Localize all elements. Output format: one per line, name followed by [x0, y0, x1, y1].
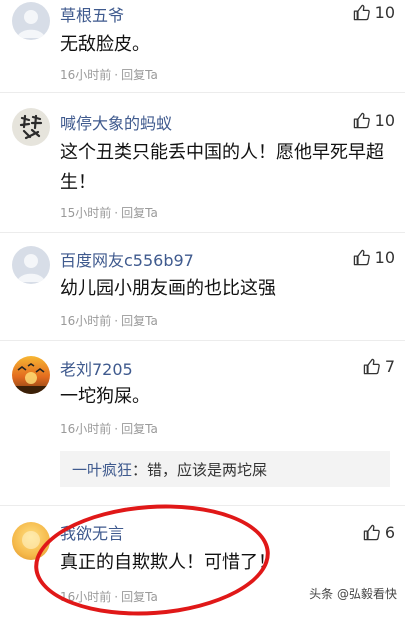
sub-reply[interactable]: 一叶疯狂：错，应该是两坨屎 — [60, 451, 390, 487]
like-button[interactable]: 7 — [363, 357, 395, 376]
avatar[interactable] — [12, 356, 50, 394]
like-count: 10 — [374, 3, 395, 22]
thumbs-up-icon — [363, 524, 380, 541]
divider — [0, 232, 405, 233]
reply-link[interactable]: 回复Ta — [121, 68, 158, 82]
comment-text: 这个丑类只能丢中国的人！愿他早死早超生！ — [60, 142, 384, 193]
thumbs-up-icon — [353, 112, 370, 129]
like-count: 7 — [384, 357, 395, 376]
thumbs-up-icon — [353, 249, 370, 266]
comment-text: 无敌脸皮。 — [60, 34, 150, 55]
timestamp: 16小时前 — [60, 68, 112, 82]
username[interactable]: 百度网友c556b97 — [60, 247, 194, 271]
comment-meta: 15小时前 · 回复Ta — [60, 206, 158, 220]
username[interactable]: 草根五爷 — [60, 2, 124, 26]
comment-meta: 16小时前 · 回复Ta — [60, 422, 158, 436]
like-count: 10 — [374, 111, 395, 130]
timestamp: 15小时前 — [60, 206, 112, 220]
timestamp: 16小时前 — [60, 314, 112, 328]
watermark: 头条 @弘毅看快 — [309, 587, 397, 601]
avatar[interactable] — [12, 108, 50, 146]
calligraphy-avatar-icon — [19, 114, 43, 140]
reply-link[interactable]: 回复Ta — [121, 422, 158, 436]
comment-text: 幼儿园小朋友画的也比这强 — [60, 278, 276, 299]
username[interactable]: 老刘7205 — [60, 356, 133, 380]
comment-text: 一坨狗屎。 — [60, 386, 150, 407]
comment-meta: 16小时前 · 回复Ta — [60, 68, 158, 82]
like-button[interactable]: 10 — [353, 111, 395, 130]
avatar[interactable] — [12, 246, 50, 284]
like-button[interactable]: 10 — [353, 248, 395, 267]
comment-meta: 16小时前 · 回复Ta — [60, 314, 158, 328]
like-button[interactable]: 10 — [353, 3, 395, 22]
divider — [0, 92, 405, 93]
timestamp: 16小时前 — [60, 422, 112, 436]
reply-link[interactable]: 回复Ta — [121, 314, 158, 328]
divider — [0, 505, 405, 506]
sub-reply-text: ：错，应该是两坨屎 — [132, 461, 268, 479]
default-user-icon — [17, 10, 45, 38]
sunset-birds-icon — [12, 363, 50, 394]
thumbs-up-icon — [353, 4, 370, 21]
avatar[interactable] — [12, 2, 50, 40]
like-count: 10 — [374, 248, 395, 267]
thumbs-up-icon — [363, 358, 380, 375]
like-count: 6 — [384, 523, 395, 542]
divider — [0, 340, 405, 341]
like-button[interactable]: 6 — [363, 523, 395, 542]
sub-reply-user[interactable]: 一叶疯狂 — [72, 461, 132, 479]
reply-link[interactable]: 回复Ta — [121, 206, 158, 220]
default-user-icon — [17, 254, 45, 282]
username[interactable]: 喊停大象的蚂蚁 — [60, 110, 172, 134]
